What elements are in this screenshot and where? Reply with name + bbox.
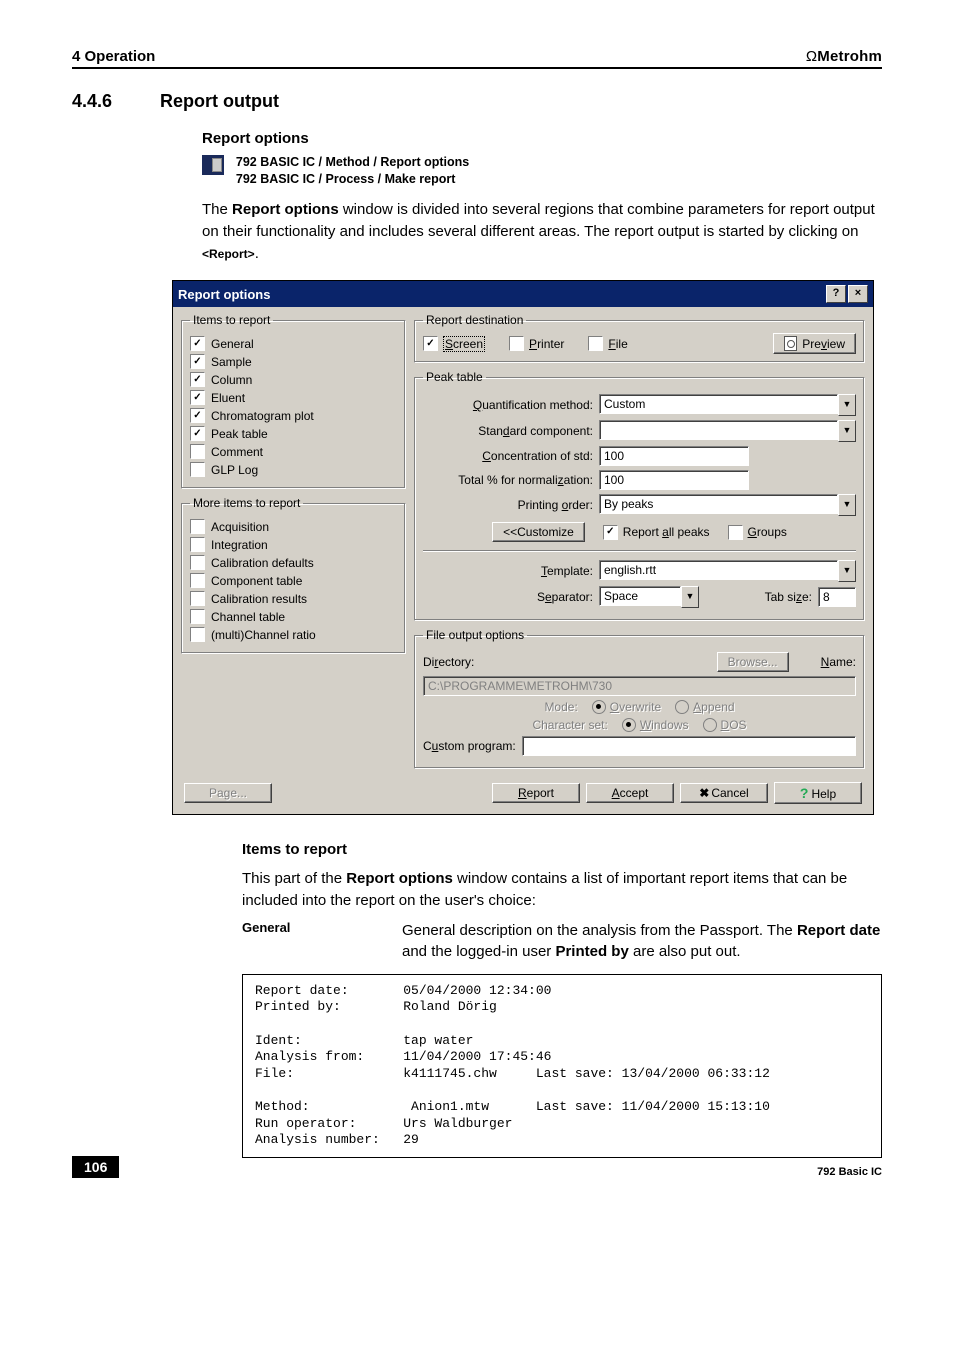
order-combo[interactable]: By peaks▼	[599, 494, 856, 516]
chevron-down-icon[interactable]: ▼	[838, 560, 856, 582]
footer-product: 792 Basic IC	[817, 1166, 882, 1178]
preview-icon	[784, 336, 797, 351]
conc-input[interactable]: 100	[599, 446, 749, 466]
items-lead: This part of the Report options window c…	[242, 868, 882, 912]
checkbox-printer[interactable]	[509, 336, 524, 351]
checkbox-general[interactable]	[190, 336, 205, 351]
checkbox-comment[interactable]	[190, 444, 205, 459]
radio-windows	[622, 718, 636, 732]
std-component-combo[interactable]: ▼	[599, 420, 856, 442]
desc-general-val: General description on the analysis from…	[402, 920, 882, 962]
separator-combo[interactable]: Space▼	[599, 586, 699, 608]
accept-button[interactable]: Accept	[586, 783, 674, 803]
chevron-down-icon[interactable]: ▼	[838, 394, 856, 416]
checkbox-cal-defaults[interactable]	[190, 555, 205, 570]
checkbox-eluent[interactable]	[190, 390, 205, 405]
section-heading: 4.4.6 Report output	[72, 91, 882, 112]
checkbox-acquisition[interactable]	[190, 519, 205, 534]
tabsize-label: Tab size:	[765, 590, 812, 604]
page-footer: 106 792 Basic IC	[0, 1156, 954, 1178]
brand-omega: Ω	[806, 48, 817, 65]
radio-overwrite	[592, 700, 606, 714]
page-button: Page...	[184, 783, 272, 803]
peak-legend: Peak table	[423, 370, 486, 384]
radio-dos	[703, 718, 717, 732]
section-title: Report output	[160, 91, 279, 112]
dialog-titlebar: Report options ? ×	[173, 281, 873, 307]
chevron-down-icon[interactable]: ▼	[681, 586, 699, 608]
checkbox-chromatogram[interactable]	[190, 408, 205, 423]
chevron-down-icon[interactable]: ▼	[838, 494, 856, 516]
nav-paths: 792 BASIC IC / Method / Report options 7…	[202, 155, 882, 189]
page-number: 106	[72, 1156, 119, 1178]
checkbox-column[interactable]	[190, 372, 205, 387]
nav-path-1: 792 BASIC IC / Method / Report options	[236, 155, 469, 169]
fileopts-legend: File output options	[423, 628, 527, 642]
peak-table-group: Peak table Quantification method:Custom▼…	[414, 370, 865, 621]
radio-append	[675, 700, 689, 714]
charset-label: Character set:	[532, 718, 607, 732]
report-button[interactable]: Report	[492, 783, 580, 803]
items-to-report-group: Items to report General Sample Column El…	[181, 313, 406, 489]
norm-input[interactable]: 100	[599, 470, 749, 490]
chapter-title: 4 Operation	[72, 48, 155, 65]
chevron-down-icon[interactable]: ▼	[838, 420, 856, 442]
section-number: 4.4.6	[72, 91, 134, 112]
checkbox-glp-log[interactable]	[190, 462, 205, 477]
tabsize-input[interactable]: 8	[818, 587, 856, 607]
mode-label: Mode:	[544, 700, 577, 714]
help-button[interactable]: ?	[826, 285, 846, 303]
app-icon	[202, 155, 224, 175]
question-icon: ?	[800, 785, 809, 801]
dest-legend: Report destination	[423, 313, 526, 327]
dialog-footer: Page... Report Accept ✖Cancel ?Help	[173, 776, 873, 814]
subheading-report-options: Report options	[202, 130, 882, 147]
report-options-dialog: Report options ? × Items to report Gener…	[172, 280, 874, 815]
checkbox-sample[interactable]	[190, 354, 205, 369]
dialog-title: Report options	[178, 287, 270, 302]
items-to-report-head: Items to report	[242, 841, 882, 858]
customize-button[interactable]: <<Customize	[492, 522, 585, 542]
template-combo[interactable]: english.rtt▼	[599, 560, 856, 582]
close-button[interactable]: ×	[848, 285, 868, 303]
quant-method-combo[interactable]: Custom▼	[599, 394, 856, 416]
checkbox-screen[interactable]	[423, 336, 438, 351]
preview-button[interactable]: Preview	[773, 333, 856, 354]
checkbox-file[interactable]	[588, 336, 603, 351]
desc-general-key: General	[242, 920, 402, 962]
checkbox-report-all-peaks[interactable]	[603, 525, 618, 540]
help-dlg-button[interactable]: ?Help	[774, 782, 862, 804]
checkbox-cal-results[interactable]	[190, 591, 205, 606]
more-items-group: More items to report Acquisition Integra…	[181, 496, 406, 654]
checkbox-channel-table[interactable]	[190, 609, 205, 624]
more-items-legend: More items to report	[190, 496, 303, 510]
cancel-button[interactable]: ✖Cancel	[680, 783, 768, 803]
page-header: 4 Operation ΩMetrohm	[72, 48, 882, 69]
checkbox-integration[interactable]	[190, 537, 205, 552]
intro-paragraph: The Report options window is divided int…	[202, 199, 882, 264]
report-example-box: Report date: 05/04/2000 12:34:00 Printed…	[242, 974, 882, 1158]
checkbox-groups[interactable]	[728, 525, 743, 540]
destination-group: Report destination Screen Printer File P…	[414, 313, 865, 363]
brand-name: Metrohm	[817, 48, 882, 65]
checkbox-peak-table[interactable]	[190, 426, 205, 441]
file-output-group: File output options Directory: Browse...…	[414, 628, 865, 769]
checkbox-component-table[interactable]	[190, 573, 205, 588]
items-legend: Items to report	[190, 313, 273, 327]
close-icon: ✖	[699, 786, 709, 800]
browse-button: Browse...	[717, 652, 789, 672]
checkbox-multichannel[interactable]	[190, 627, 205, 642]
nav-path-2: 792 BASIC IC / Process / Make report	[236, 172, 469, 186]
directory-field: C:\PROGRAMME\METROHM\730	[423, 676, 856, 696]
custom-program-input[interactable]	[522, 736, 856, 756]
brand: ΩMetrohm	[806, 48, 882, 65]
